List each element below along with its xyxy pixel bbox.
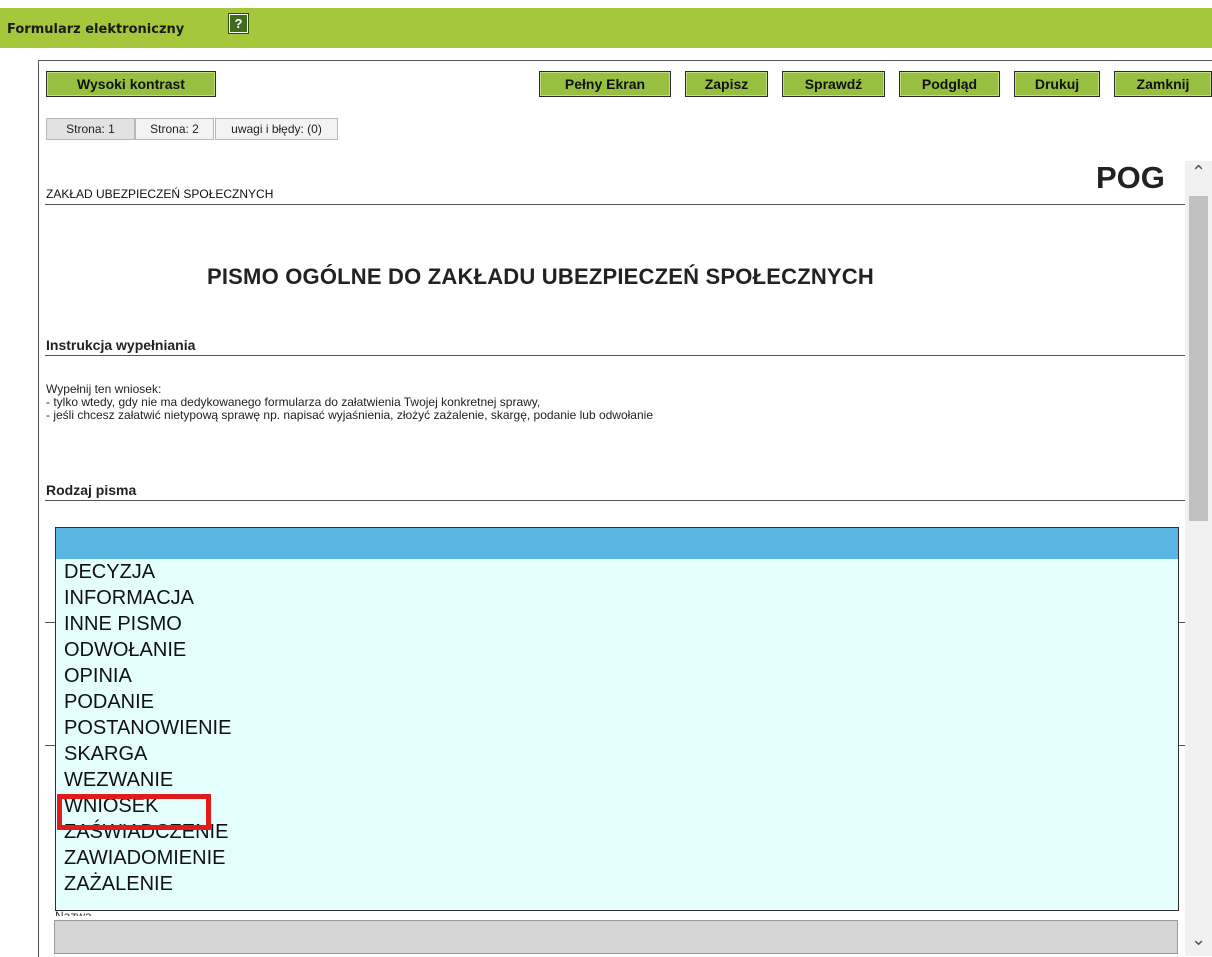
- instructions-text: Wypełnij ten wniosek: - tylko wtedy, gdy…: [46, 383, 653, 422]
- dropdown-option[interactable]: SKARGA: [56, 741, 1178, 767]
- divider: [45, 204, 1185, 205]
- scrollbar-thumb[interactable]: [1189, 196, 1208, 521]
- dropdown-option[interactable]: DECYZJA: [56, 559, 1178, 585]
- top-bar: Formularz elektroniczny ?: [0, 8, 1212, 48]
- dropdown-option[interactable]: ODWOŁANIE: [56, 637, 1178, 663]
- dropdown-option[interactable]: ZAWIADOMIENIE: [56, 845, 1178, 871]
- document-title: PISMO OGÓLNE DO ZAKŁADU UBEZPIECZEŃ SPOŁ…: [207, 264, 874, 289]
- dropdown-option[interactable]: OPINIA: [56, 663, 1178, 689]
- dropdown-option[interactable]: WEZWANIE: [56, 767, 1178, 793]
- tab-remarks-errors[interactable]: uwagi i błędy: (0): [215, 118, 338, 140]
- help-icon[interactable]: ?: [228, 13, 249, 34]
- institution-name: ZAKŁAD UBEZPIECZEŃ SPOŁECZNYCH: [46, 187, 274, 201]
- highlight-box: [57, 794, 211, 830]
- instructions-heading: Instrukcja wypełniania: [46, 337, 196, 353]
- dropdown-selected-empty-option[interactable]: [56, 528, 1178, 559]
- dropdown-option[interactable]: PODANIE: [56, 689, 1178, 715]
- scroll-down-icon[interactable]: ⌄: [1185, 928, 1212, 952]
- print-button[interactable]: Drukuj: [1014, 71, 1100, 97]
- high-contrast-button[interactable]: Wysoki kontrast: [46, 71, 216, 97]
- tab-page-2[interactable]: Strona: 2: [135, 118, 214, 140]
- underlying-field-edge: [45, 745, 55, 746]
- check-button[interactable]: Sprawdź: [782, 71, 885, 97]
- instructions-line: - jeśli chcesz załatwić nietypową sprawę…: [46, 408, 653, 422]
- dropdown-option[interactable]: ZAŻALENIE: [56, 871, 1178, 897]
- doc-type-dropdown[interactable]: DECYZJA INFORMACJA INNE PISMO ODWOŁANIE …: [55, 527, 1179, 911]
- save-button[interactable]: Zapisz: [685, 71, 768, 97]
- preview-button[interactable]: Podgląd: [899, 71, 1000, 97]
- name-field[interactable]: [54, 920, 1178, 954]
- form-code: POG: [1096, 160, 1165, 195]
- doc-type-heading: Rodzaj pisma: [46, 482, 137, 498]
- close-button[interactable]: Zamknij: [1114, 71, 1212, 97]
- dropdown-option[interactable]: POSTANOWIENIE: [56, 715, 1178, 741]
- divider: [45, 500, 1185, 501]
- divider: [45, 355, 1185, 356]
- dropdown-option-wniosek[interactable]: WNIOSEK: [56, 793, 1178, 819]
- dropdown-option[interactable]: INFORMACJA: [56, 585, 1178, 611]
- underlying-field-edge: [45, 622, 55, 623]
- dropdown-option[interactable]: ZAŚWIADCZENIE: [56, 819, 1178, 845]
- tab-page-1[interactable]: Strona: 1: [46, 118, 135, 140]
- dropdown-option[interactable]: INNE PISMO: [56, 611, 1178, 637]
- scroll-up-icon[interactable]: ⌃: [1185, 161, 1212, 185]
- fullscreen-button[interactable]: Pełny Ekran: [539, 71, 671, 97]
- app-title: Formularz elektroniczny: [7, 22, 185, 37]
